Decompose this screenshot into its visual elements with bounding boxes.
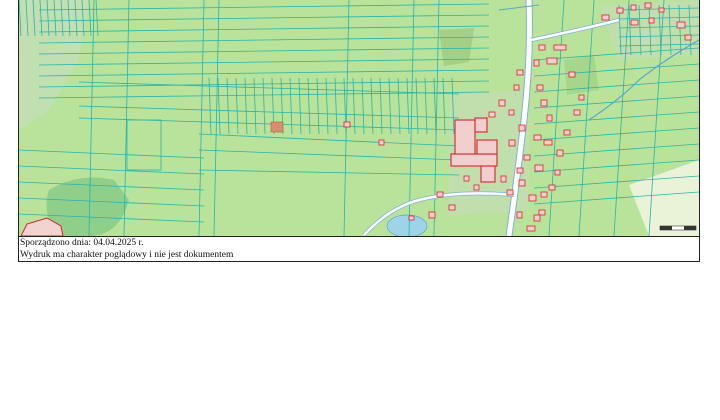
building (540, 191, 548, 198)
cadastral-map[interactable] (19, 0, 699, 237)
building (488, 111, 496, 118)
building (568, 71, 576, 78)
building (538, 44, 546, 51)
building (648, 17, 655, 24)
building (516, 211, 523, 219)
building (630, 4, 637, 11)
building (343, 121, 351, 128)
building (630, 19, 639, 26)
building (548, 184, 556, 191)
building (463, 175, 470, 182)
scale-bar-icon (659, 225, 697, 231)
building (523, 154, 531, 161)
building (448, 204, 456, 211)
building (508, 139, 516, 147)
building (498, 99, 506, 107)
building (644, 2, 652, 9)
print-footer: Sporządzono dnia: 04.04.2025 r. Wydruk m… (19, 237, 699, 261)
map-canvas[interactable] (19, 0, 699, 236)
building (436, 191, 444, 198)
building (408, 215, 415, 221)
building (556, 149, 564, 157)
building (540, 99, 548, 107)
building (533, 59, 540, 67)
building (536, 84, 544, 91)
building (518, 179, 526, 187)
building (554, 169, 561, 176)
building (378, 139, 385, 146)
print-date-text: Sporządzono dnia: 04.04.2025 r. (20, 238, 144, 248)
field-patch (439, 28, 474, 66)
building (578, 94, 585, 101)
building (616, 7, 624, 14)
building (473, 184, 480, 191)
building (553, 44, 567, 51)
building (533, 214, 541, 222)
building (658, 7, 665, 13)
building (601, 14, 610, 21)
building (676, 21, 686, 29)
disclaimer-text: Wydruk ma charakter poglądowy i nie jest… (20, 250, 234, 260)
building (526, 225, 536, 232)
building (563, 129, 571, 136)
pond (386, 214, 428, 236)
building (538, 209, 546, 216)
building (516, 69, 524, 76)
building (428, 211, 436, 219)
building (508, 109, 515, 116)
building (573, 109, 581, 116)
building (500, 175, 507, 183)
building (534, 164, 544, 172)
highlighted-parcel[interactable] (270, 121, 284, 133)
building (516, 167, 524, 174)
building (546, 57, 558, 65)
building (684, 34, 692, 41)
building (518, 124, 526, 132)
building (543, 139, 553, 146)
building (513, 84, 520, 91)
building (546, 114, 553, 122)
building (533, 134, 542, 141)
building (528, 194, 537, 202)
printout-sheet: Sporządzono dnia: 04.04.2025 r. Wydruk m… (18, 0, 700, 262)
building (506, 189, 514, 196)
